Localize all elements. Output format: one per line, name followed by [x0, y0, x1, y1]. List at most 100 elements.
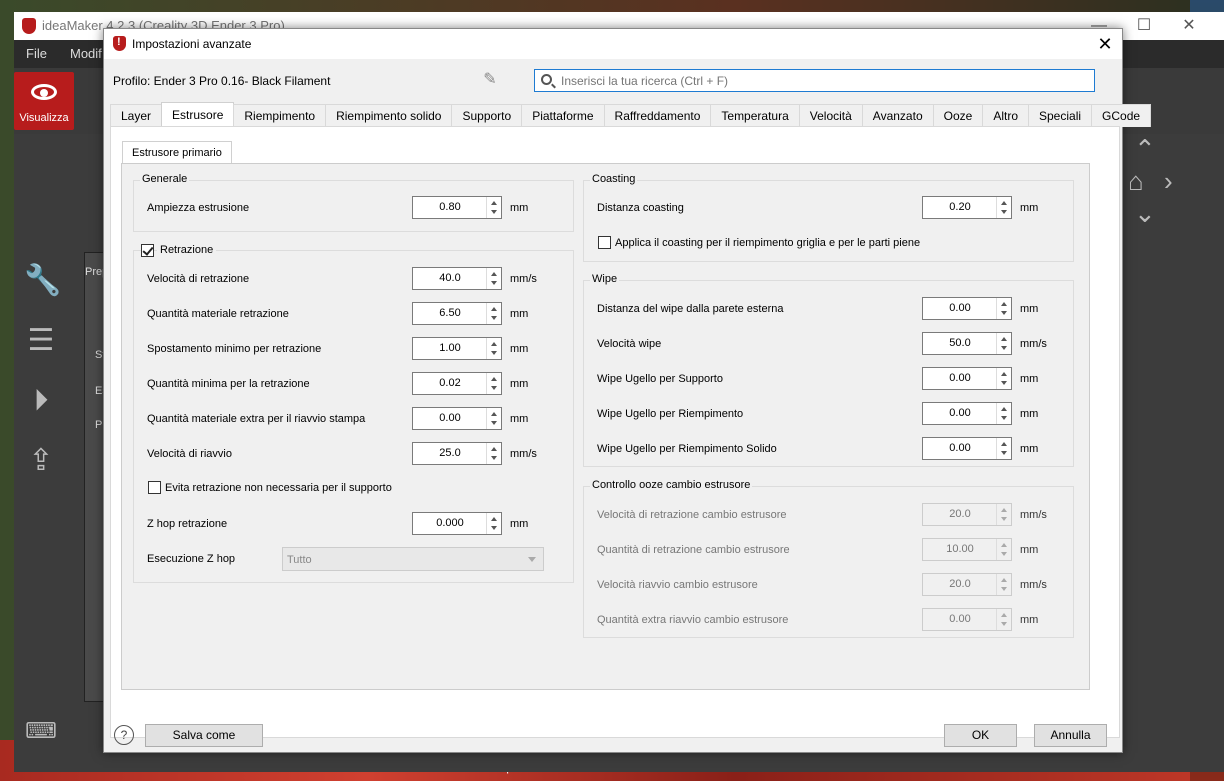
- wipe-infill-spinbox[interactable]: 0.00: [922, 402, 1012, 425]
- chevron-up-icon[interactable]: ⌃: [1134, 134, 1156, 165]
- tab-ooze[interactable]: Ooze: [932, 104, 984, 127]
- tab-layer[interactable]: Layer: [110, 104, 163, 127]
- unit-label: mm: [1020, 443, 1039, 455]
- spin-arrows-icon[interactable]: [486, 443, 501, 464]
- spin-arrows-icon[interactable]: [486, 338, 501, 359]
- tab-raffreddamento[interactable]: Raffreddamento: [603, 104, 712, 127]
- wipe-support-spinbox[interactable]: 0.00: [922, 367, 1012, 390]
- group-title: Wipe: [590, 273, 620, 285]
- spin-arrows-icon[interactable]: [996, 368, 1011, 389]
- spin-arrows-icon[interactable]: [996, 438, 1011, 459]
- avoid-retraction-checkbox[interactable]: [148, 481, 161, 494]
- spin-arrows-icon[interactable]: [996, 504, 1011, 525]
- spin-arrows-icon[interactable]: [996, 298, 1011, 319]
- wipe-distance-label: Distanza del wipe dalla parete esterna: [597, 303, 784, 315]
- unit-label: mm/s: [510, 448, 537, 460]
- spinbox-value: 1.00: [439, 342, 461, 354]
- retraction-amount-spinbox[interactable]: 6.50: [412, 302, 502, 325]
- tab-estrusore[interactable]: Estrusore: [161, 102, 235, 126]
- view-navigation-widget[interactable]: ⌃ ⌂ › ⌄: [1124, 134, 1224, 254]
- spin-arrows-icon[interactable]: [486, 373, 501, 394]
- tab-velocita[interactable]: Velocità: [798, 104, 863, 127]
- cancel-button[interactable]: Annulla: [1034, 724, 1107, 747]
- min-extrusion-spinbox[interactable]: 0.02: [412, 372, 502, 395]
- wipe-distance-spinbox[interactable]: 0.00: [922, 297, 1012, 320]
- list-icon[interactable]: ☰: [24, 324, 58, 358]
- search-input[interactable]: [561, 73, 1081, 89]
- spin-arrows-icon[interactable]: [996, 333, 1011, 354]
- retrazione-title: Retrazione: [157, 244, 217, 256]
- zhop-spinbox[interactable]: 0.000: [412, 512, 502, 535]
- tab-temperatura[interactable]: Temperatura: [710, 104, 800, 127]
- tab-riempimento[interactable]: Riempimento: [233, 104, 327, 127]
- menu-modifica[interactable]: Modif: [70, 46, 102, 61]
- min-travel-spinbox[interactable]: 1.00: [412, 337, 502, 360]
- zhop-label: Z hop retrazione: [147, 518, 228, 530]
- ok-button[interactable]: OK: [944, 724, 1017, 747]
- tab-speciali[interactable]: Speciali: [1028, 104, 1093, 127]
- subtab-estrusore-primario[interactable]: Estrusore primario: [122, 141, 232, 165]
- coasting-distance-spinbox[interactable]: 0.20: [922, 196, 1012, 219]
- retraction-amount-label: Quantità materiale retrazione: [147, 308, 289, 320]
- spinbox-value: 0.20: [949, 201, 971, 213]
- keyboard-icon[interactable]: ⌨: [24, 714, 58, 748]
- retraction-speed-spinbox[interactable]: 40.0: [412, 267, 502, 290]
- spinbox-value: 0.00: [949, 442, 971, 454]
- spin-arrows-icon[interactable]: [486, 513, 501, 534]
- spin-arrows-icon[interactable]: [486, 408, 501, 429]
- group-title: Controllo ooze cambio estrusore: [590, 479, 753, 491]
- toolchange-retraction-amount-spinbox[interactable]: 10.00: [922, 538, 1012, 561]
- search-box[interactable]: [534, 69, 1095, 92]
- play-icon[interactable]: ⏵: [24, 384, 58, 418]
- close-window-icon[interactable]: ✕: [1179, 16, 1199, 36]
- unit-label: mm/s: [510, 273, 537, 285]
- spin-arrows-icon[interactable]: [486, 197, 501, 218]
- retrazione-checkbox[interactable]: [141, 244, 154, 257]
- toolchange-restart-speed-spinbox[interactable]: 20.0: [922, 573, 1012, 596]
- tab-altro[interactable]: Altro: [982, 104, 1029, 127]
- spin-arrows-icon[interactable]: [996, 609, 1011, 630]
- tab-piattaforme[interactable]: Piattaforme: [521, 104, 605, 127]
- spinbox-value: 0.80: [439, 201, 461, 213]
- restart-speed-spinbox[interactable]: 25.0: [412, 442, 502, 465]
- spinbox-value: 6.50: [439, 307, 461, 319]
- wipe-solid-infill-spinbox[interactable]: 0.00: [922, 437, 1012, 460]
- tab-avanzato[interactable]: Avanzato: [861, 104, 934, 127]
- unit-label: mm: [510, 308, 529, 320]
- tab-supporto[interactable]: Supporto: [451, 104, 523, 127]
- wipe-support-label: Wipe Ugello per Supporto: [597, 373, 723, 385]
- menu-file[interactable]: File: [26, 46, 47, 61]
- dialog-title: Impostazioni avanzate: [132, 37, 252, 51]
- toolchange-restart-speed-label: Velocità riavvio cambio estrusore: [597, 579, 758, 591]
- tab-riempimento-solido[interactable]: Riempimento solido: [325, 104, 453, 127]
- tab-gcode[interactable]: GCode: [1091, 104, 1152, 127]
- spin-arrows-icon[interactable]: [486, 268, 501, 289]
- extra-restart-spinbox[interactable]: 0.00: [412, 407, 502, 430]
- zhop-exec-label: Esecuzione Z hop: [147, 553, 236, 565]
- spin-arrows-icon[interactable]: [996, 403, 1011, 424]
- wipe-speed-spinbox[interactable]: 50.0: [922, 332, 1012, 355]
- help-icon[interactable]: ?: [114, 725, 134, 745]
- spin-arrows-icon[interactable]: [996, 574, 1011, 595]
- save-as-button[interactable]: Salva come: [145, 724, 263, 747]
- wrench-icon[interactable]: 🔧: [24, 264, 61, 298]
- toolchange-extra-restart-spinbox[interactable]: 0.00: [922, 608, 1012, 631]
- upload-icon[interactable]: ⇪: [24, 444, 58, 478]
- toolchange-retraction-speed-spinbox[interactable]: 20.0: [922, 503, 1012, 526]
- wipe-speed-label: Velocità wipe: [597, 338, 662, 350]
- spin-arrows-icon[interactable]: [996, 197, 1011, 218]
- visualizza-label: Visualizza: [19, 112, 69, 124]
- extra-restart-label: Quantità materiale extra per il riavvio …: [147, 413, 366, 425]
- chevron-down-icon[interactable]: ⌄: [1134, 198, 1156, 229]
- maximize-icon[interactable]: ☐: [1134, 16, 1154, 36]
- ampiezza-estrusione-spinbox[interactable]: 0.80: [412, 196, 502, 219]
- spin-arrows-icon[interactable]: [486, 303, 501, 324]
- close-icon[interactable]: ✕: [1094, 33, 1116, 55]
- zhop-exec-select[interactable]: Tutto: [282, 547, 544, 571]
- pencil-icon[interactable]: ✎: [480, 69, 500, 89]
- visualizza-button[interactable]: Visualizza: [14, 72, 74, 130]
- apply-coasting-checkbox[interactable]: [598, 236, 611, 249]
- home-icon[interactable]: ⌂: [1128, 166, 1144, 197]
- chevron-right-icon[interactable]: ›: [1164, 166, 1173, 197]
- spin-arrows-icon[interactable]: [996, 539, 1011, 560]
